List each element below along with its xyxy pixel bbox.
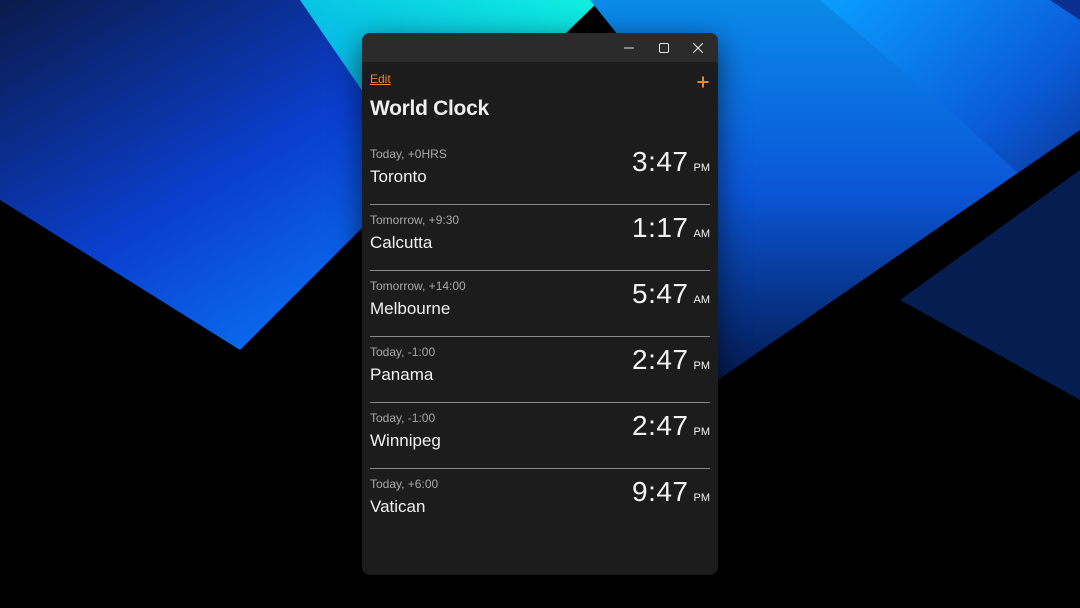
city-name: Melbourne <box>370 299 451 318</box>
desktop: Edit World Clock Today, +0HRS Toronto 3:… <box>0 0 1080 608</box>
maximize-icon <box>658 42 669 53</box>
ampm-label: PM <box>693 426 711 438</box>
minimize-icon <box>623 43 634 53</box>
clock-row-calcutta[interactable]: Tomorrow, +9:30 Calcutta 1:17 AM <box>370 204 710 270</box>
edit-button[interactable]: Edit <box>370 72 391 86</box>
clock-list: Today, +0HRS Toronto 3:47 PM Tomorrow, +… <box>370 138 710 534</box>
offset-label: Tomorrow, +9:30 <box>370 213 460 227</box>
ampm-label: PM <box>693 360 711 372</box>
ampm-label: PM <box>693 162 711 174</box>
add-clock-button[interactable] <box>696 75 710 89</box>
time-value: 2:47 <box>632 344 689 375</box>
time-value: 2:47 <box>632 410 689 441</box>
ampm-label: AM <box>693 228 711 240</box>
time-value: 1:17 <box>632 212 689 243</box>
time-display: 9:47 PM <box>632 476 710 508</box>
clock-row-melbourne[interactable]: Tomorrow, +14:00 Melbourne 5:47 AM <box>370 270 710 336</box>
city-name: Vatican <box>370 497 426 516</box>
offset-label: Today, -1:00 <box>370 411 436 425</box>
time-display: 3:47 PM <box>632 146 710 178</box>
time-value: 3:47 <box>632 146 689 177</box>
time-display: 2:47 PM <box>632 344 710 376</box>
offset-label: Tomorrow, +14:00 <box>370 279 466 293</box>
city-name: Toronto <box>370 167 427 186</box>
time-value: 9:47 <box>632 476 689 507</box>
ampm-label: AM <box>693 294 711 306</box>
time-display: 5:47 AM <box>632 278 710 310</box>
time-display: 2:47 PM <box>632 410 710 442</box>
city-name: Calcutta <box>370 233 433 252</box>
clock-row-toronto[interactable]: Today, +0HRS Toronto 3:47 PM <box>370 138 710 204</box>
page-title: World Clock <box>370 97 489 120</box>
offset-label: Today, -1:00 <box>370 345 436 359</box>
close-icon <box>692 42 703 53</box>
clock-row-vatican[interactable]: Today, +6:00 Vatican 9:47 PM <box>370 468 710 534</box>
time-display: 1:17 AM <box>632 212 710 244</box>
city-name: Winnipeg <box>370 431 441 450</box>
city-name: Panama <box>370 365 434 384</box>
close-button[interactable] <box>680 33 715 62</box>
offset-label: Today, +6:00 <box>370 477 439 491</box>
world-clock-window: Edit World Clock Today, +0HRS Toronto 3:… <box>362 33 718 575</box>
title-bar[interactable] <box>362 33 718 62</box>
maximize-button[interactable] <box>646 33 681 62</box>
plus-icon <box>696 76 710 93</box>
time-value: 5:47 <box>632 278 689 309</box>
minimize-button[interactable] <box>611 33 646 62</box>
clock-row-winnipeg[interactable]: Today, -1:00 Winnipeg 2:47 PM <box>370 402 710 468</box>
clock-row-panama[interactable]: Today, -1:00 Panama 2:47 PM <box>370 336 710 402</box>
offset-label: Today, +0HRS <box>370 147 447 161</box>
ampm-label: PM <box>693 492 711 504</box>
